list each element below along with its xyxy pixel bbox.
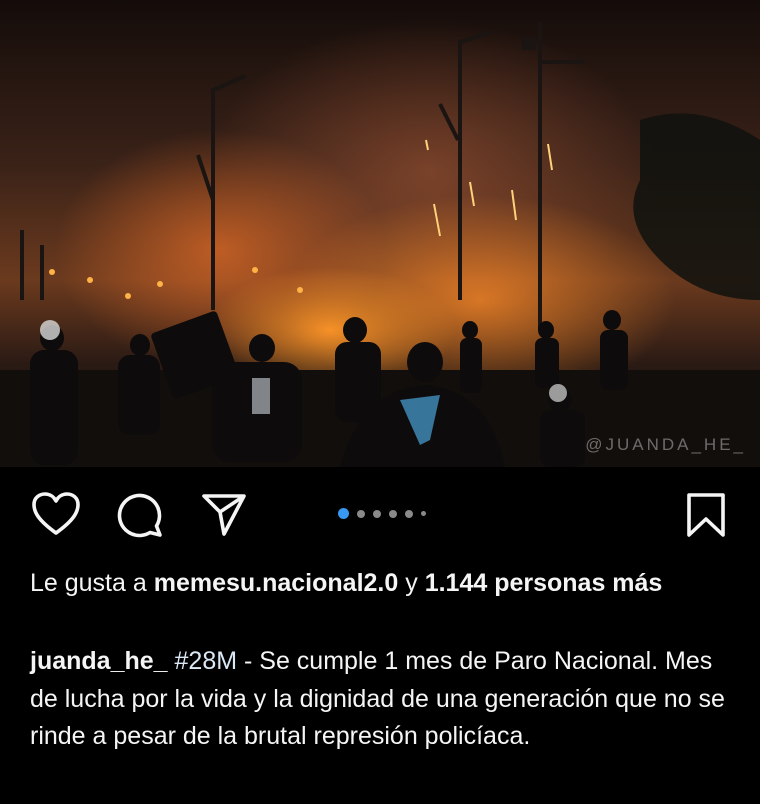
carousel-dot: [421, 511, 426, 516]
heart-icon[interactable]: [32, 492, 80, 541]
likes-count[interactable]: 1.144 personas más: [425, 569, 663, 597]
likes-prefix: Le gusta a: [30, 569, 147, 597]
carousel-dot: [357, 509, 365, 518]
post-image[interactable]: @JUANDA_HE_: [0, 0, 760, 467]
carousel-dot-active: [338, 508, 349, 519]
carousel-dot: [389, 509, 397, 518]
likes-joiner: y: [405, 569, 418, 597]
photo-watermark: @JUANDA_HE_: [585, 435, 746, 454]
caption-hashtag[interactable]: #28M: [175, 647, 238, 675]
share-icon[interactable]: [200, 492, 248, 543]
caption-username[interactable]: juanda_he_: [30, 647, 168, 675]
liked-by-user[interactable]: memesu.nacional2.0: [154, 569, 399, 597]
likes-summary[interactable]: Le gusta a memesu.nacional2.0 y 1.144 pe…: [30, 565, 730, 602]
carousel-indicator: [338, 508, 426, 519]
post-caption: juanda_he_ #28M - Se cumple 1 mes de Par…: [30, 643, 730, 756]
protest-scene: [0, 22, 760, 467]
carousel-dot: [373, 509, 381, 518]
comment-icon[interactable]: [116, 492, 164, 543]
bookmark-icon[interactable]: [686, 492, 726, 543]
carousel-dot: [405, 509, 413, 518]
